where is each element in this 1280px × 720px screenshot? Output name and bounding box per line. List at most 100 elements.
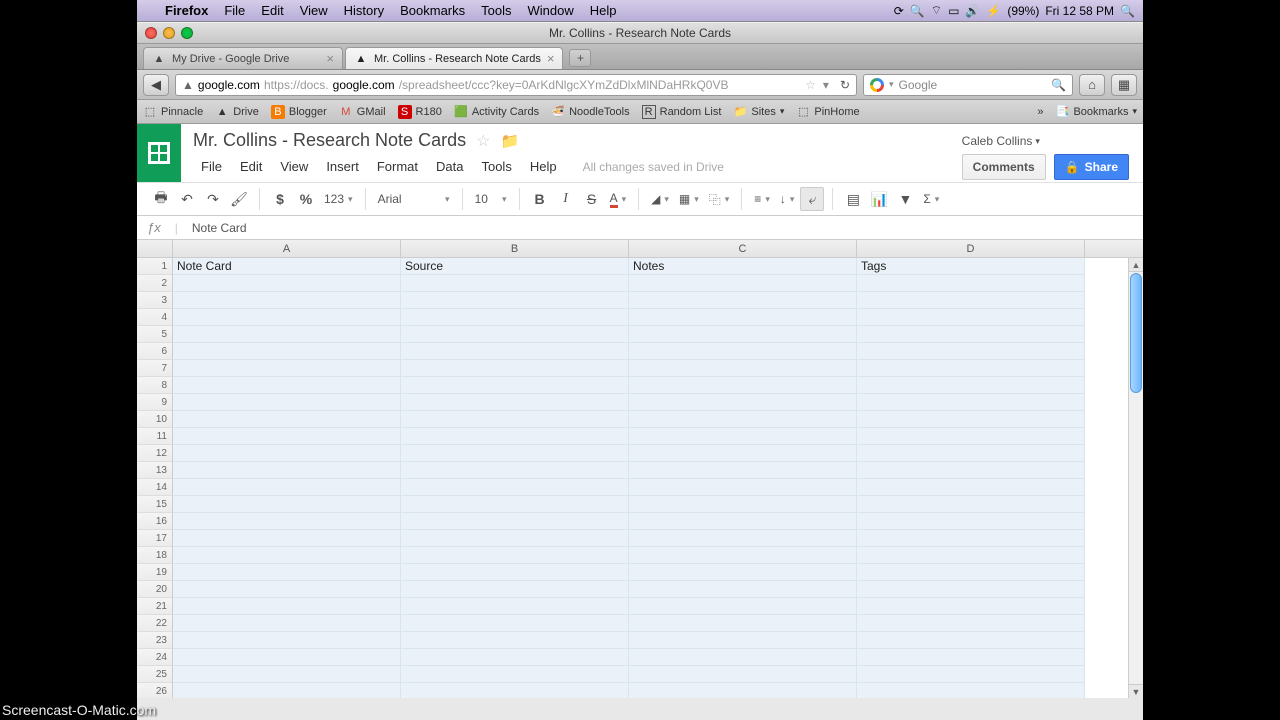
cell[interactable] xyxy=(857,428,1085,445)
fontsize-dropdown[interactable]: 10▾ xyxy=(471,192,511,206)
url-input[interactable]: ▲ google.com https://docs.google.com/spr… xyxy=(175,74,857,96)
row-header[interactable]: 5 xyxy=(137,326,173,343)
fill-color-dropdown[interactable]: ◢▾ xyxy=(647,192,673,206)
sheets-menu-tools[interactable]: Tools xyxy=(473,157,519,176)
cell[interactable] xyxy=(401,547,629,564)
cell[interactable] xyxy=(857,530,1085,547)
move-folder-icon[interactable]: 📁 xyxy=(500,132,519,150)
cell[interactable] xyxy=(857,598,1085,615)
scrollbar-thumb[interactable] xyxy=(1130,273,1142,393)
cell[interactable] xyxy=(857,649,1085,666)
menu-history[interactable]: History xyxy=(336,3,392,18)
italic-icon[interactable]: I xyxy=(554,187,578,211)
search-icon[interactable]: 🔍 xyxy=(1051,78,1066,92)
comments-button[interactable]: Comments xyxy=(962,154,1046,180)
row-header[interactable]: 18 xyxy=(137,547,173,564)
currency-icon[interactable]: $ xyxy=(268,187,292,211)
cell[interactable] xyxy=(401,360,629,377)
display-icon[interactable]: ▭ xyxy=(948,4,959,18)
home-button[interactable]: ⌂ xyxy=(1079,74,1105,96)
borders-dropdown[interactable]: ▦▾ xyxy=(675,192,703,206)
volume-icon[interactable]: 🔊 xyxy=(965,4,980,18)
row-header[interactable]: 20 xyxy=(137,581,173,598)
bookmark-sites[interactable]: 📁Sites ▾ xyxy=(733,105,784,119)
formula-input[interactable]: Note Card xyxy=(192,221,247,235)
cell[interactable] xyxy=(629,564,857,581)
bookmark-r180[interactable]: SR180 xyxy=(398,105,442,119)
font-dropdown[interactable]: Arial▾ xyxy=(374,192,454,206)
cell[interactable] xyxy=(857,309,1085,326)
sheets-menu-help[interactable]: Help xyxy=(522,157,565,176)
cell[interactable] xyxy=(173,445,401,462)
cell[interactable] xyxy=(401,683,629,698)
column-header-a[interactable]: A xyxy=(173,240,401,257)
cell[interactable] xyxy=(401,343,629,360)
cell[interactable] xyxy=(401,479,629,496)
row-header[interactable]: 10 xyxy=(137,411,173,428)
cell[interactable] xyxy=(629,581,857,598)
cell[interactable] xyxy=(629,343,857,360)
cell[interactable] xyxy=(857,479,1085,496)
cell[interactable] xyxy=(857,615,1085,632)
menu-tools[interactable]: Tools xyxy=(473,3,519,18)
sheets-logo-icon[interactable] xyxy=(137,124,181,182)
cell[interactable] xyxy=(173,530,401,547)
cell[interactable] xyxy=(629,649,857,666)
sheets-menu-file[interactable]: File xyxy=(193,157,230,176)
insert-chart-icon[interactable]: 📊 xyxy=(867,187,891,211)
cell[interactable] xyxy=(173,462,401,479)
cell[interactable] xyxy=(857,292,1085,309)
column-header-d[interactable]: D xyxy=(857,240,1085,257)
menu-window[interactable]: Window xyxy=(520,3,582,18)
row-header[interactable]: 1 xyxy=(137,258,173,275)
cell[interactable] xyxy=(173,683,401,698)
row-header[interactable]: 15 xyxy=(137,496,173,513)
cell[interactable] xyxy=(857,666,1085,683)
cell[interactable] xyxy=(173,326,401,343)
text-color-dropdown[interactable]: A▾ xyxy=(606,191,631,208)
cell[interactable] xyxy=(629,530,857,547)
close-tab-icon[interactable]: × xyxy=(326,51,334,66)
cell[interactable] xyxy=(401,292,629,309)
row-header[interactable]: 8 xyxy=(137,377,173,394)
bookmark-gmail[interactable]: MGMail xyxy=(339,105,386,119)
cell[interactable] xyxy=(629,309,857,326)
functions-dropdown[interactable]: Σ▾ xyxy=(919,192,943,206)
reload-icon[interactable]: ↻ xyxy=(836,78,850,92)
cell[interactable] xyxy=(857,547,1085,564)
cell[interactable] xyxy=(401,598,629,615)
search-input[interactable]: ▾ Google 🔍 xyxy=(863,74,1073,96)
bookmark-pinhome[interactable]: ⬚PinHome xyxy=(796,105,859,119)
cell[interactable] xyxy=(629,326,857,343)
cell[interactable] xyxy=(401,513,629,530)
cell[interactable] xyxy=(173,513,401,530)
wifi-icon[interactable]: ⌔ xyxy=(931,3,942,18)
bookmark-random-list[interactable]: RRandom List xyxy=(642,105,722,119)
cell[interactable] xyxy=(401,411,629,428)
row-header[interactable]: 23 xyxy=(137,632,173,649)
cell[interactable] xyxy=(629,496,857,513)
sheets-menu-edit[interactable]: Edit xyxy=(232,157,270,176)
minimize-window-button[interactable] xyxy=(163,27,175,39)
cell[interactable]: Tags xyxy=(857,258,1085,275)
zoom-window-button[interactable] xyxy=(181,27,193,39)
redo-icon[interactable]: ↷ xyxy=(201,187,225,211)
column-header-c[interactable]: C xyxy=(629,240,857,257)
vertical-scrollbar[interactable]: ▲ ▼ xyxy=(1128,258,1143,698)
cell[interactable] xyxy=(173,360,401,377)
cell[interactable] xyxy=(401,377,629,394)
cell[interactable] xyxy=(857,581,1085,598)
bookmark-activity-cards[interactable]: 🟩Activity Cards xyxy=(454,105,539,119)
row-header[interactable]: 25 xyxy=(137,666,173,683)
cell[interactable] xyxy=(629,666,857,683)
cell[interactable] xyxy=(857,411,1085,428)
row-header[interactable]: 11 xyxy=(137,428,173,445)
cell[interactable] xyxy=(629,598,857,615)
menu-view[interactable]: View xyxy=(292,3,336,18)
row-header[interactable]: 13 xyxy=(137,462,173,479)
cell[interactable] xyxy=(857,496,1085,513)
cell[interactable] xyxy=(401,394,629,411)
bookmark-noodletools[interactable]: 🍜NoodleTools xyxy=(551,105,630,119)
cell[interactable] xyxy=(857,445,1085,462)
percent-icon[interactable]: % xyxy=(294,187,318,211)
